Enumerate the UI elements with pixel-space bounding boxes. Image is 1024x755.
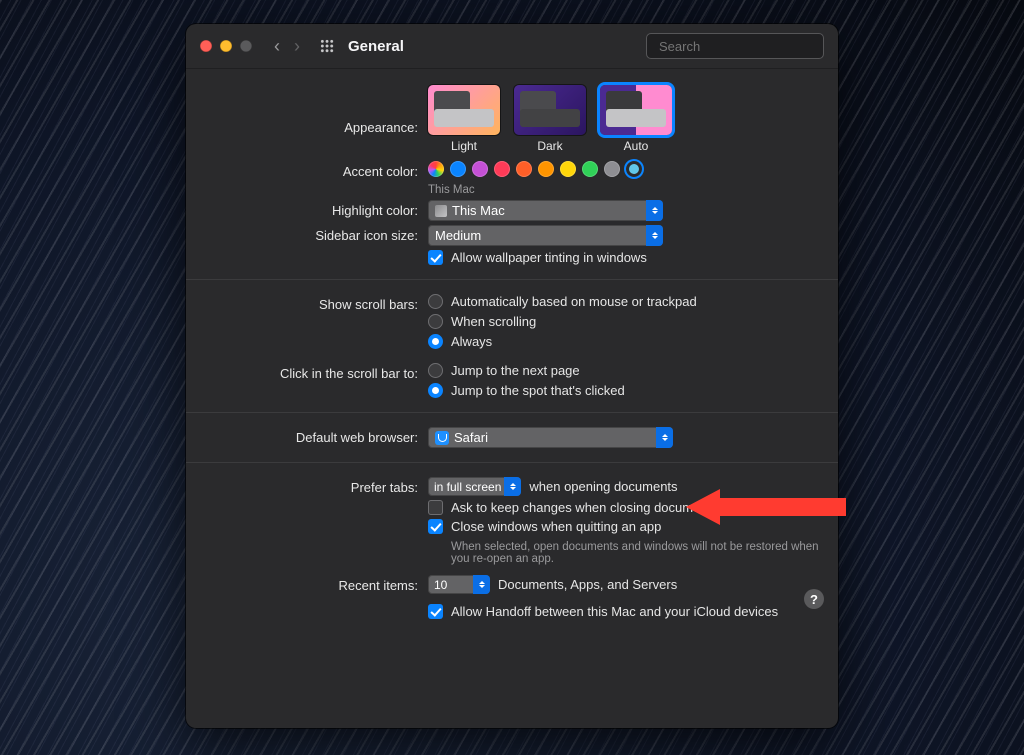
appearance-auto[interactable]: Auto bbox=[600, 85, 672, 153]
separator bbox=[186, 462, 838, 463]
appearance-dark[interactable]: Dark bbox=[514, 85, 586, 153]
accent-swatch-7[interactable] bbox=[582, 161, 598, 177]
window-title: General bbox=[348, 38, 404, 55]
accent-swatch-9[interactable] bbox=[626, 161, 642, 177]
minimize-window-button[interactable] bbox=[220, 40, 232, 52]
scrollbars-when-scrolling-radio[interactable] bbox=[428, 314, 443, 329]
forward-button[interactable]: › bbox=[294, 37, 300, 55]
accent-swatch-6[interactable] bbox=[560, 161, 576, 177]
scrollbar-click-spot-radio[interactable] bbox=[428, 383, 443, 398]
chevron-updown-icon bbox=[473, 575, 490, 594]
general-preferences-window: ‹ › General Appearance: Light Dar bbox=[186, 24, 838, 728]
prefer-tabs-popup[interactable]: in full screen bbox=[428, 477, 521, 496]
scrollbar-click-label: Click in the scroll bar to: bbox=[186, 363, 428, 381]
accent-swatch-1[interactable] bbox=[450, 161, 466, 177]
wallpaper-tinting-label: Allow wallpaper tinting in windows bbox=[451, 250, 647, 265]
help-button[interactable]: ? bbox=[804, 589, 824, 609]
close-window-button[interactable] bbox=[200, 40, 212, 52]
highlight-color-popup[interactable]: This Mac bbox=[428, 200, 663, 221]
chevron-updown-icon bbox=[646, 225, 663, 246]
safari-icon bbox=[435, 431, 449, 445]
separator bbox=[186, 412, 838, 413]
back-button[interactable]: ‹ bbox=[274, 37, 280, 55]
recent-items-label: Recent items: bbox=[186, 575, 428, 593]
accent-swatch-2[interactable] bbox=[472, 161, 488, 177]
highlight-color-label: Highlight color: bbox=[186, 200, 428, 218]
accent-swatch-3[interactable] bbox=[494, 161, 510, 177]
appearance-light-thumbnail bbox=[428, 85, 500, 135]
zoom-window-button[interactable] bbox=[240, 40, 252, 52]
highlight-swatch-icon bbox=[435, 205, 447, 217]
chevron-updown-icon bbox=[504, 477, 521, 496]
prefer-tabs-suffix: when opening documents bbox=[529, 479, 677, 494]
prefer-tabs-label: Prefer tabs: bbox=[186, 477, 428, 495]
handoff-checkbox[interactable] bbox=[428, 604, 443, 619]
sidebar-size-label: Sidebar icon size: bbox=[186, 225, 428, 243]
default-browser-popup[interactable]: Safari bbox=[428, 427, 673, 448]
titlebar: ‹ › General bbox=[186, 24, 838, 69]
wallpaper-tinting-checkbox[interactable] bbox=[428, 250, 443, 265]
accent-swatch-0[interactable] bbox=[428, 161, 444, 177]
show-all-icon[interactable] bbox=[320, 39, 334, 53]
close-windows-checkbox[interactable] bbox=[428, 519, 443, 534]
ask-keep-changes-checkbox[interactable] bbox=[428, 500, 443, 515]
traffic-lights bbox=[200, 40, 252, 52]
search-input[interactable] bbox=[659, 39, 835, 54]
accent-color-note: This Mac bbox=[428, 184, 838, 196]
separator bbox=[186, 279, 838, 280]
appearance-light[interactable]: Light bbox=[428, 85, 500, 153]
chevron-updown-icon bbox=[656, 427, 673, 448]
appearance-auto-thumbnail bbox=[600, 85, 672, 135]
appearance-label: Appearance: bbox=[186, 104, 428, 135]
scrollbars-label: Show scroll bars: bbox=[186, 294, 428, 312]
scrollbar-click-next-radio[interactable] bbox=[428, 363, 443, 378]
accent-swatch-4[interactable] bbox=[516, 161, 532, 177]
accent-color-label: Accent color: bbox=[186, 161, 428, 179]
default-browser-label: Default web browser: bbox=[186, 427, 428, 445]
chevron-updown-icon bbox=[646, 200, 663, 221]
scrollbars-auto-radio[interactable] bbox=[428, 294, 443, 309]
accent-swatch-5[interactable] bbox=[538, 161, 554, 177]
scrollbars-always-radio[interactable] bbox=[428, 334, 443, 349]
accent-swatch-8[interactable] bbox=[604, 161, 620, 177]
recent-items-popup[interactable]: 10 bbox=[428, 575, 490, 594]
close-windows-note: When selected, open documents and window… bbox=[451, 541, 831, 565]
appearance-dark-thumbnail bbox=[514, 85, 586, 135]
sidebar-size-popup[interactable]: Medium bbox=[428, 225, 663, 246]
accent-color-swatches bbox=[428, 161, 838, 177]
search-field[interactable] bbox=[646, 33, 824, 59]
